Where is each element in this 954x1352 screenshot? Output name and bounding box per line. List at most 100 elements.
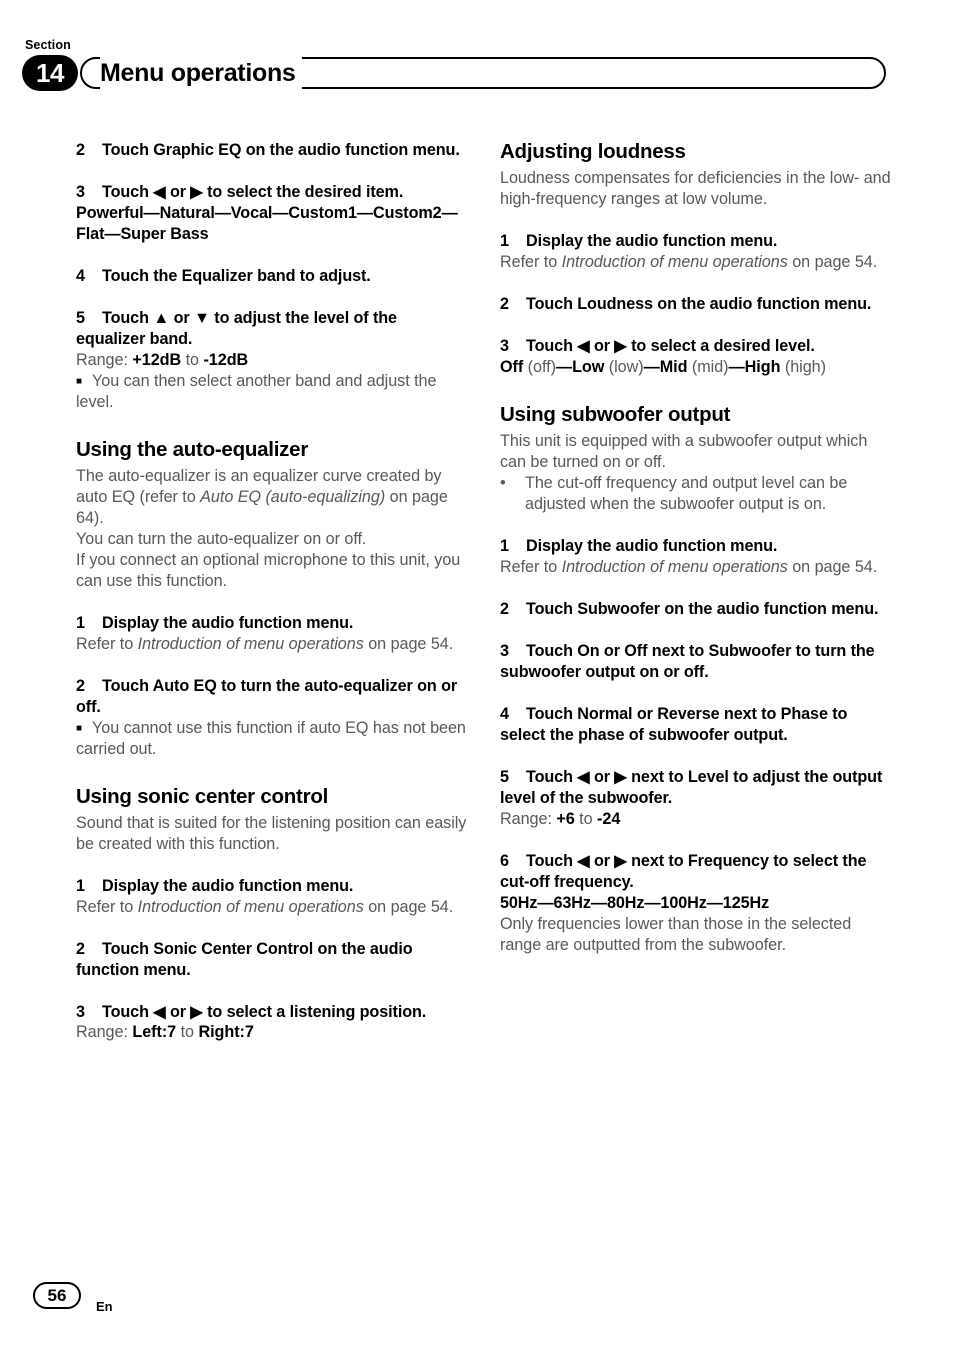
subwoofer-frequency-note: Only frequencies lower than those in the…: [500, 914, 852, 954]
step-text: Touch ◀ or ▶ to select a listening posit…: [102, 1002, 427, 1021]
refer-post: on page 54.: [787, 253, 878, 272]
level-name: Mid: [659, 358, 688, 376]
page-title: Menu operations: [100, 57, 302, 89]
refer-title: Introduction of menu operations: [561, 558, 788, 576]
step-number: 5: [500, 767, 509, 786]
section-number-badge: 14: [22, 55, 78, 91]
level-value: (mid): [687, 358, 729, 376]
step-loudness-3: 3 Touch ◀ or ▶ to select a desired level.: [500, 336, 891, 357]
step-auto-eq-1: 1 Display the audio function menu.: [76, 613, 467, 634]
subwoofer-frequency-options: 50Hz—63Hz—80Hz—100Hz—125Hz: [500, 893, 770, 912]
page-header: Section 14 Menu operations: [0, 0, 954, 110]
step-number: 3: [500, 641, 509, 660]
step-subwoofer-5: 5 Touch ◀ or ▶ next to Level to adjust th…: [500, 767, 891, 809]
heading-adjusting-loudness: Adjusting loudness: [500, 140, 686, 163]
refer-pre: Refer to: [76, 634, 138, 653]
step-text: Touch Auto EQ to turn the auto-equalizer…: [76, 676, 458, 716]
range-label: Range:: [76, 1023, 128, 1042]
square-bullet-icon: ■: [76, 722, 82, 734]
refer-post: on page 54.: [787, 558, 878, 576]
step-auto-eq-2: 2 Touch Auto EQ to turn the auto-equalize…: [76, 676, 467, 718]
step-text: Touch ◀ or ▶ to select a desired level.: [526, 337, 815, 356]
step-number: 1: [76, 876, 85, 895]
page-footer: 56 En: [0, 1282, 954, 1342]
range-from: +12dB: [132, 350, 182, 369]
refer-pre: Refer to: [76, 897, 138, 916]
step-number: 2: [76, 676, 85, 695]
auto-eq-intro-b: You can turn the auto-equalizer on or of…: [76, 529, 367, 548]
step-text: Touch Loudness on the audio function men…: [526, 295, 872, 314]
step-number: 4: [500, 704, 509, 723]
step-sonic-center-3: 3 Touch ◀ or ▶ to select a listening posi…: [76, 1002, 467, 1023]
step-graphic-eq-3: 3 Touch ◀ or ▶ to select the desired item…: [76, 182, 467, 203]
step-number: 3: [76, 1002, 85, 1021]
range-to: -12dB: [203, 350, 249, 369]
level-name: Off: [500, 358, 524, 376]
step-text: Touch the Equalizer band to adjust.: [102, 266, 371, 285]
step-text: Display the audio function menu.: [526, 537, 778, 556]
level-name: Low: [572, 358, 605, 376]
loudness-intro: Loudness compensates for deficiencies in…: [500, 169, 891, 209]
refer-title: Introduction of menu operations: [137, 634, 364, 653]
note-auto-eq-not-carried-out: ■ You cannot use this function if auto EQ…: [76, 718, 467, 760]
eq-level-range: Range: +12dB to -12dB: [76, 350, 467, 371]
step-text: Display the audio function menu.: [526, 232, 778, 251]
level-value: (off): [523, 358, 556, 376]
range-from: +6: [556, 809, 575, 828]
auto-eq-refer-1: Refer to Introduction of menu operations…: [76, 634, 467, 655]
section-label: Section: [25, 38, 71, 52]
step-subwoofer-1: 1 Display the audio function menu.: [500, 536, 891, 557]
loudness-refer-1: Refer to Introduction of menu operations…: [500, 252, 891, 273]
refer-post: on page 54.: [363, 897, 454, 916]
step-text: Touch ◀ or ▶ next to Frequency to select…: [500, 851, 867, 891]
step-text: Touch ◀ or ▶ next to Level to adjust the…: [500, 767, 883, 807]
range-label: Range:: [500, 809, 552, 828]
level-separator: —: [555, 358, 573, 376]
sonic-center-intro: Sound that is suited for the listening p…: [76, 813, 467, 853]
subwoofer-intro: This unit is equipped with a subwoofer o…: [500, 432, 868, 472]
note-eq-select-band: ■ You can then select another band and ad…: [76, 371, 467, 413]
step-number: 2: [76, 141, 85, 159]
step-text: Touch Graphic EQ on the audio function m…: [102, 141, 460, 159]
step-graphic-eq-4: 4 Touch the Equalizer band to adjust.: [76, 266, 467, 287]
step-number: 6: [500, 851, 509, 870]
step-number: 2: [76, 939, 85, 958]
page-number-badge: 56: [33, 1282, 81, 1309]
step-subwoofer-2: 2 Touch Subwoofer on the audio function m…: [500, 599, 891, 620]
step-text: Touch ▲ or ▼ to adjust the level of the …: [76, 308, 397, 348]
step-loudness-2: 2 Touch Loudness on the audio function me…: [500, 294, 891, 315]
heading-sonic-center-control: Using sonic center control: [76, 784, 329, 808]
step-number: 2: [500, 599, 509, 618]
step-text: Touch Sonic Center Control on the audio …: [76, 939, 413, 979]
range-label: Range:: [76, 350, 128, 369]
refer-title: Introduction of menu operations: [137, 897, 364, 916]
step-number: 3: [76, 182, 85, 201]
subwoofer-level-range: Range: +6 to -24: [500, 809, 891, 830]
step-subwoofer-6: 6 Touch ◀ or ▶ next to Frequency to selec…: [500, 851, 891, 893]
auto-eq-intro-a: The auto-equalizer is an equalizer curve…: [76, 466, 467, 529]
range-to-word: to: [180, 1023, 194, 1042]
range-to: Right:7: [198, 1023, 254, 1042]
loudness-level-options: Off (off)—Low (low)—Mid (mid)—High (high…: [500, 357, 891, 378]
auto-eq-reference-title: Auto EQ (auto-equalizing): [200, 487, 386, 506]
subwoofer-refer-1: Refer to Introduction of menu operations…: [500, 557, 891, 578]
heading-auto-equalizer: Using the auto-equalizer: [76, 437, 309, 461]
step-text: Display the audio function menu.: [102, 613, 354, 632]
note-text: You cannot use this function if auto EQ …: [76, 718, 466, 758]
step-text: Touch Subwoofer on the audio function me…: [526, 599, 879, 618]
right-column: Adjusting loudness Loudness compensates …: [500, 140, 891, 956]
step-number: 1: [76, 613, 85, 632]
step-number: 1: [500, 537, 509, 556]
step-text: Display the audio function menu.: [102, 876, 354, 895]
step-number: 5: [76, 308, 85, 327]
round-bullet-icon: •: [500, 474, 506, 493]
bullet-text: The cut-off frequency and output level c…: [525, 474, 848, 514]
sonic-center-range: Range: Left:7 to Right:7: [76, 1022, 467, 1043]
refer-title: Introduction of menu operations: [561, 253, 788, 272]
language-code: En: [96, 1299, 113, 1314]
level-separator: —: [728, 358, 745, 376]
note-text: You can then select another band and adj…: [76, 371, 437, 411]
step-subwoofer-3: 3 Touch On or Off next to Subwoofer to tu…: [500, 641, 891, 683]
step-loudness-1: 1 Display the audio function menu.: [500, 231, 891, 252]
step-sonic-center-2: 2 Touch Sonic Center Control on the audio…: [76, 939, 467, 981]
